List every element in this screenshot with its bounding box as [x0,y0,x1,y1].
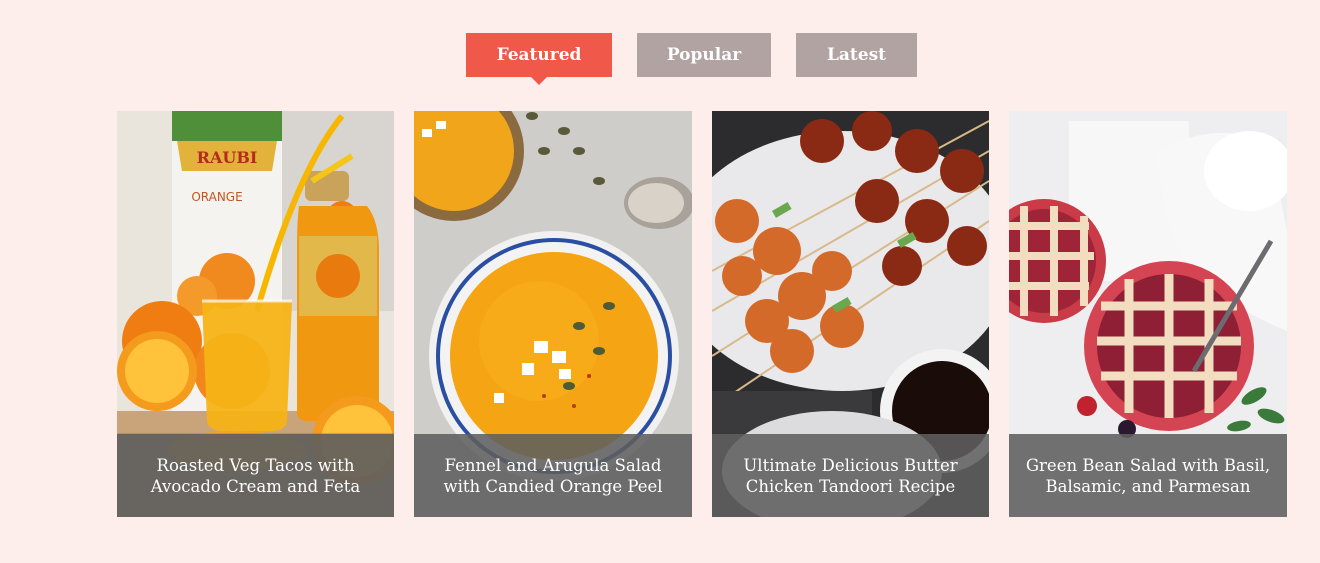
card-caption: Green Bean Salad with Basil, Balsamic, a… [1009,434,1287,517]
tab-popular[interactable]: Popular [637,33,771,77]
card-title[interactable]: Fennel and Arugula Salad with Candied Or… [430,455,676,497]
card-title[interactable]: Roasted Veg Tacos with Avocado Cream and… [133,455,378,497]
carton-flavor-text: ORANGE [191,190,242,204]
card-title[interactable]: Green Bean Salad with Basil, Balsamic, a… [1025,455,1271,497]
tab-featured[interactable]: Featured [466,33,612,77]
recipe-card[interactable]: RAUBI ORANGE Roasted Veg Tacos with Avoc… [117,111,394,517]
active-tab-pointer [531,77,547,85]
tab-latest[interactable]: Latest [796,33,917,77]
recipe-card[interactable]: Green Bean Salad with Basil, Balsamic, a… [1009,111,1287,517]
recipe-card[interactable]: Fennel and Arugula Salad with Candied Or… [414,111,692,517]
card-caption: Roasted Veg Tacos with Avocado Cream and… [117,434,394,517]
card-title[interactable]: Ultimate Delicious Butter Chicken Tandoo… [728,455,973,497]
card-caption: Ultimate Delicious Butter Chicken Tandoo… [712,434,989,517]
recipe-card[interactable]: Ultimate Delicious Butter Chicken Tandoo… [712,111,989,517]
recipe-card-grid: RAUBI ORANGE Roasted Veg Tacos with Avoc… [0,111,1320,517]
recipe-tabs: Featured Popular Latest [0,33,1320,93]
carton-brand-text: RAUBI [197,148,258,167]
card-caption: Fennel and Arugula Salad with Candied Or… [414,434,692,517]
